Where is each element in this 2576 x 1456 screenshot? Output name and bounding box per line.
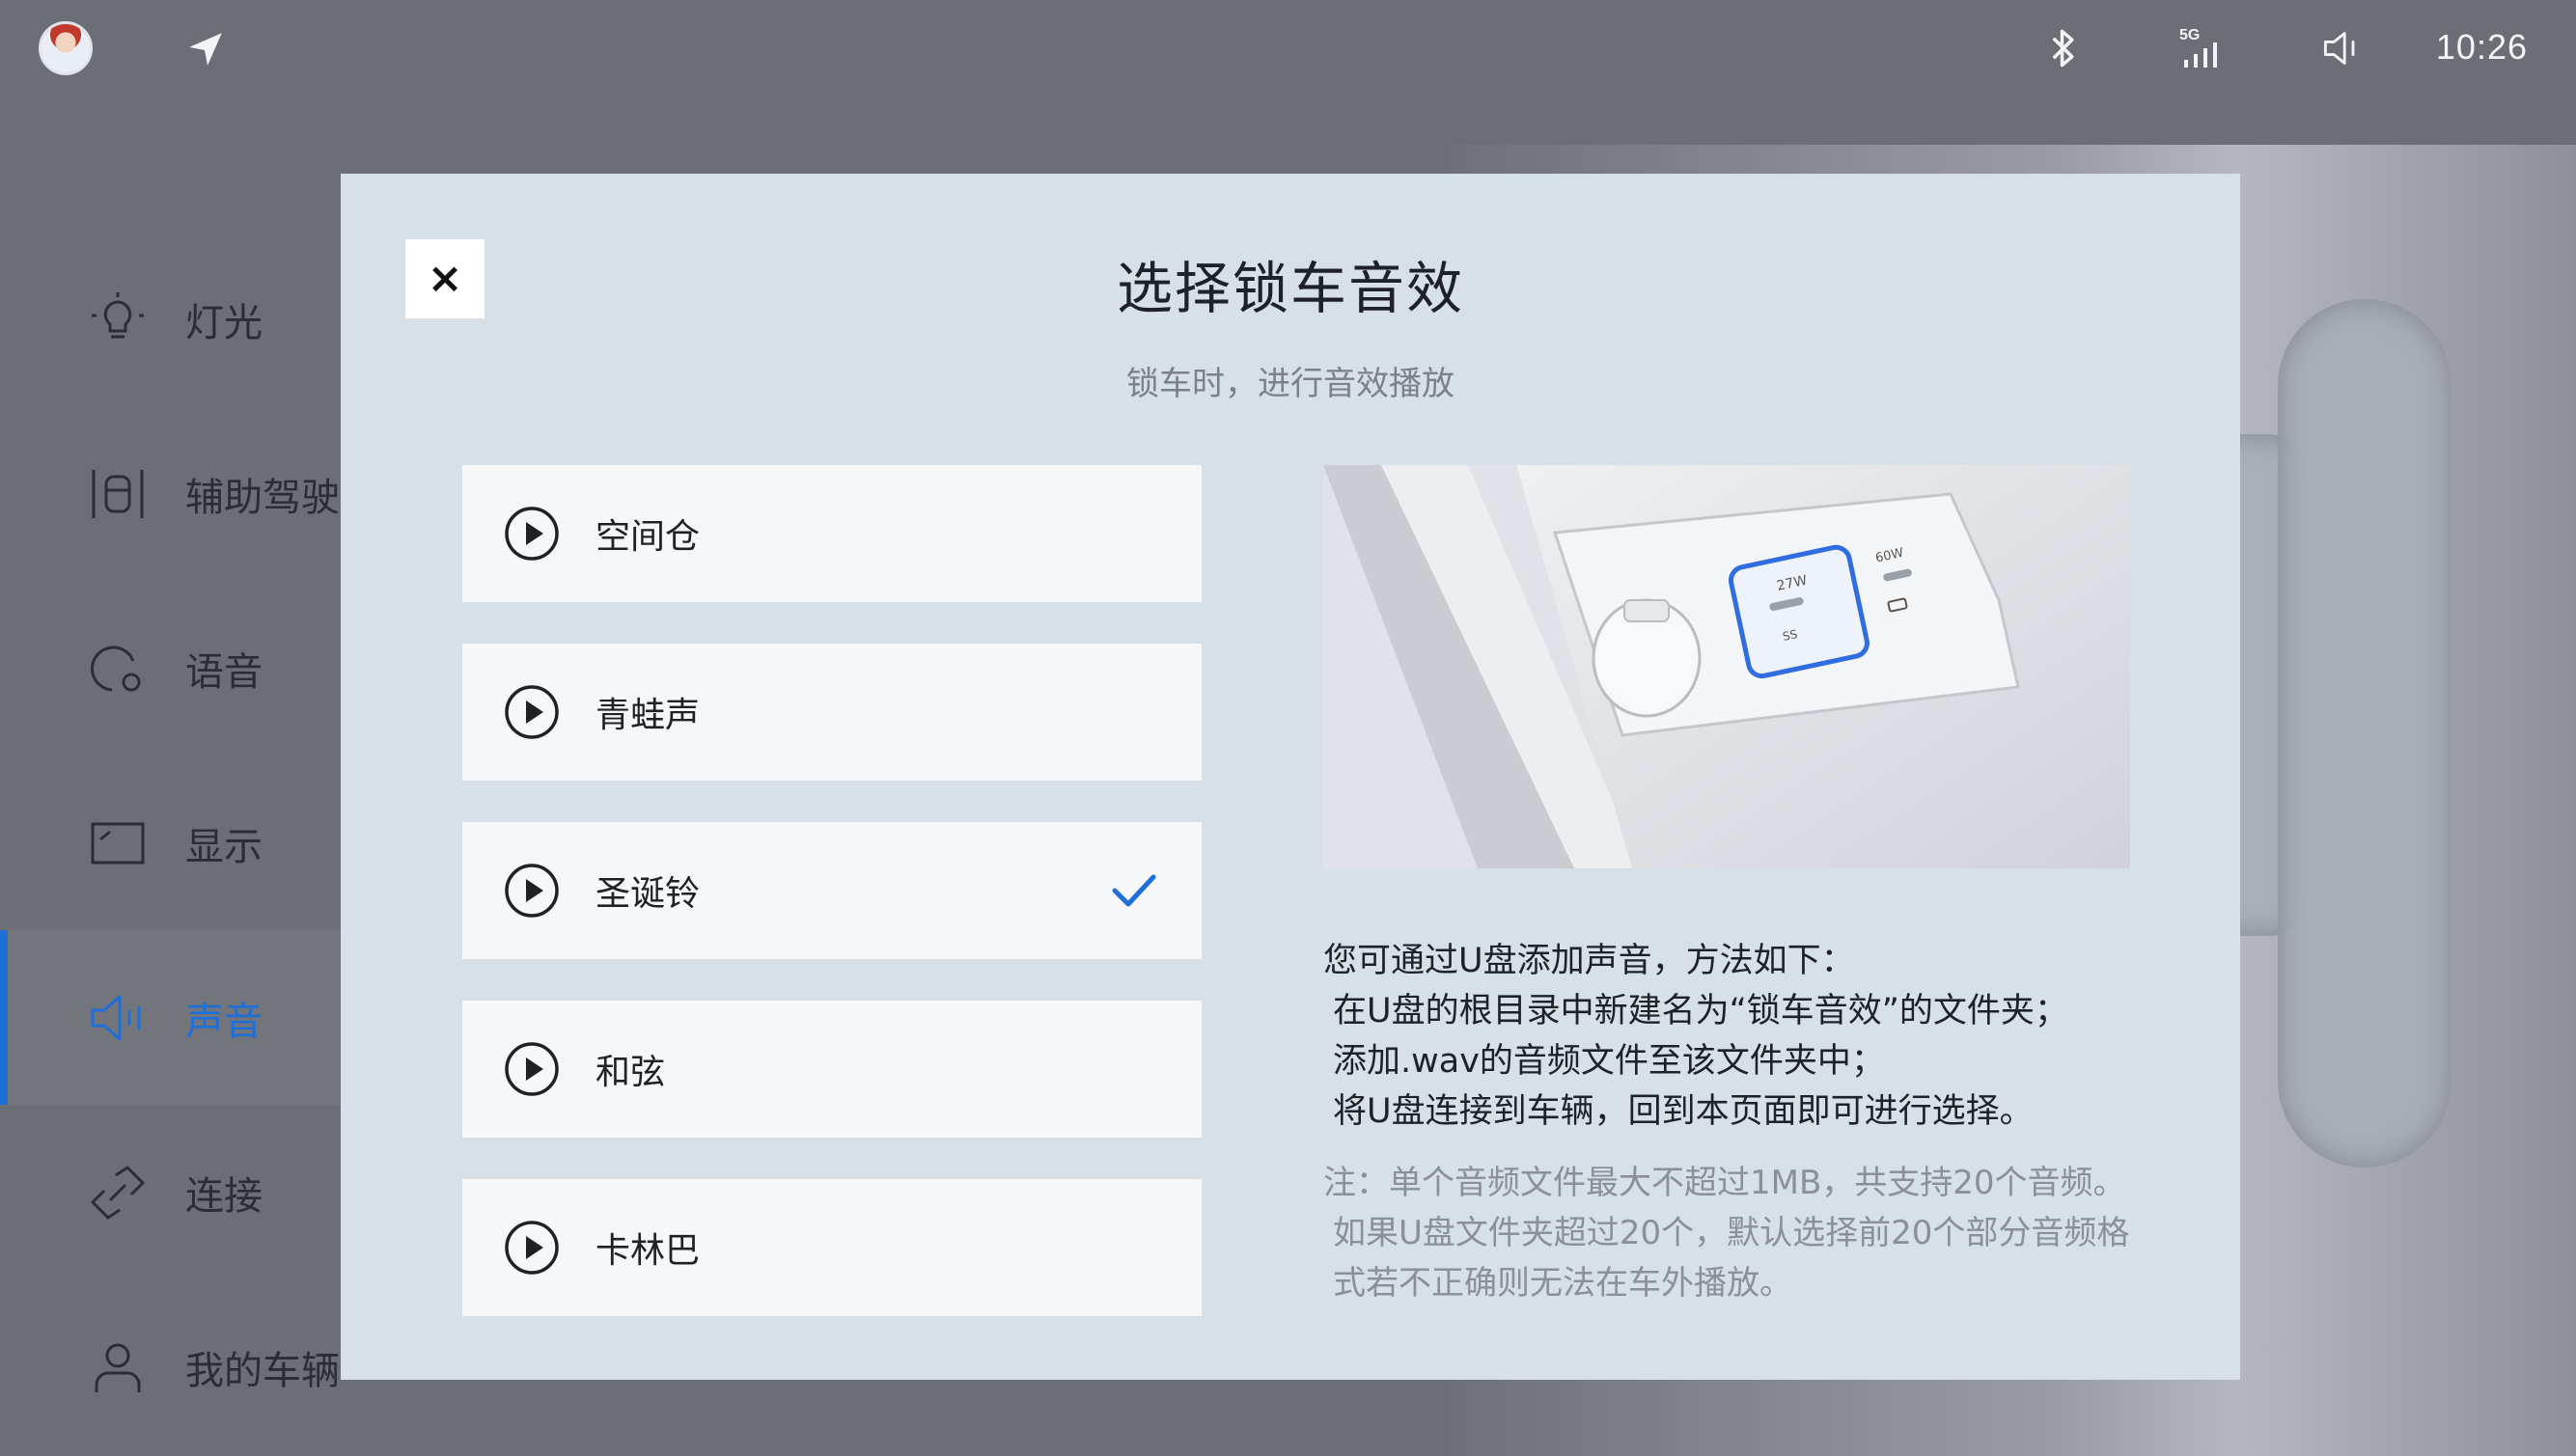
sidebar-item-lights[interactable]: 灯光 xyxy=(0,232,347,406)
signal-5g-icon: 5G xyxy=(2177,27,2228,69)
sound-option-name: 圣诞铃 xyxy=(596,874,701,914)
sound-option-name: 和弦 xyxy=(596,1053,666,1092)
settings-sidebar: 灯光 辅助驾驶 语音 显示 声音 连接 我的车辆 xyxy=(0,232,347,1454)
help-step: 将U盘连接到车辆，回到本页面即可进行选择。 xyxy=(1333,1092,2034,1131)
help-step: 添加.wav的音频文件至该文件夹中； xyxy=(1333,1042,1885,1081)
bluetooth-icon[interactable] xyxy=(2046,27,2081,69)
navigation-arrow-icon[interactable] xyxy=(185,29,226,69)
help-note: 注：单个音频文件最大不超过1MB，共支持20个音频。 如果U盘文件夹超过20个，… xyxy=(1323,1158,2192,1308)
sound-option-name: 青蛙声 xyxy=(596,696,701,735)
sidebar-item-label: 声音 xyxy=(185,999,263,1044)
sound-option[interactable]: 和弦 xyxy=(462,1001,1202,1138)
lock-sound-dialog: × 选择锁车音效 锁车时，进行音效播放 空间仓 青蛙声 圣诞铃 和弦 卡林巴 2… xyxy=(341,174,2240,1380)
sidebar-item-label: 我的车辆 xyxy=(185,1348,340,1393)
usb-help-text: 您可通过U盘添加声音，方法如下： 在U盘的根目录中新建名为“锁车音效”的文件夹；… xyxy=(1323,936,2192,1308)
light-bulb-icon xyxy=(92,291,144,338)
checkmark-icon xyxy=(1112,874,1156,907)
sidebar-item-label: 灯光 xyxy=(185,300,263,345)
play-icon[interactable] xyxy=(503,1040,561,1098)
usb-port-illustration: 27W SS 60W xyxy=(1323,465,2130,868)
avatar[interactable] xyxy=(39,21,93,75)
sound-option[interactable]: 卡林巴 xyxy=(462,1179,1202,1316)
volume-icon[interactable] xyxy=(2320,27,2365,69)
link-icon xyxy=(90,1165,146,1220)
voice-icon xyxy=(91,646,141,691)
sidebar-item-my-vehicle[interactable]: 我的车辆 xyxy=(0,1279,347,1454)
status-bar: 5G 10:26 xyxy=(0,0,2576,96)
sound-option-name: 卡林巴 xyxy=(596,1231,701,1271)
user-icon xyxy=(95,1343,141,1392)
play-icon[interactable] xyxy=(503,505,561,563)
help-note-line: 如果U盘文件夹超过20个，默认选择前20个部分音频格 xyxy=(1333,1214,2130,1252)
sound-option[interactable]: 空间仓 xyxy=(462,465,1202,602)
sidebar-item-sound[interactable]: 声音 xyxy=(0,930,347,1105)
help-note-line: 注：单个音频文件最大不超过1MB，共支持20个音频。 xyxy=(1323,1164,2126,1202)
play-icon[interactable] xyxy=(503,1219,561,1277)
sound-icon xyxy=(91,995,141,1040)
assist-driving-icon xyxy=(92,469,144,518)
play-icon[interactable] xyxy=(503,862,561,920)
sidebar-item-label: 辅助驾驶 xyxy=(185,475,340,520)
sidebar-item-display[interactable]: 显示 xyxy=(0,755,347,930)
usb-port-drawing: 27W SS 60W xyxy=(1323,465,2130,868)
sidebar-item-assist-driving[interactable]: 辅助驾驶 xyxy=(0,406,347,581)
dialog-subtitle: 锁车时，进行音效播放 xyxy=(1126,365,1454,403)
sound-option-list: 空间仓 青蛙声 圣诞铃 和弦 卡林巴 xyxy=(462,465,1202,1358)
play-icon[interactable] xyxy=(503,683,561,741)
display-icon xyxy=(91,822,145,864)
dialog-title: 选择锁车音效 xyxy=(1116,256,1464,321)
sound-option-selected[interactable]: 圣诞铃 xyxy=(462,822,1202,959)
sidebar-item-label: 语音 xyxy=(185,649,263,695)
sound-option-name: 空间仓 xyxy=(596,517,701,557)
sidebar-item-label: 连接 xyxy=(185,1173,263,1219)
car-door-shape xyxy=(2278,299,2451,1168)
help-heading: 您可通过U盘添加声音，方法如下： xyxy=(1323,942,1855,980)
sound-option[interactable]: 青蛙声 xyxy=(462,644,1202,781)
sidebar-item-connect[interactable]: 连接 xyxy=(0,1105,347,1279)
help-step: 在U盘的根目录中新建名为“锁车音效”的文件夹； xyxy=(1333,992,2068,1030)
help-note-line: 式若不正确则无法在车外播放。 xyxy=(1333,1264,1792,1303)
sidebar-item-label: 显示 xyxy=(185,824,263,869)
clock: 10:26 xyxy=(2435,27,2528,67)
sidebar-item-voice[interactable]: 语音 xyxy=(0,581,347,755)
